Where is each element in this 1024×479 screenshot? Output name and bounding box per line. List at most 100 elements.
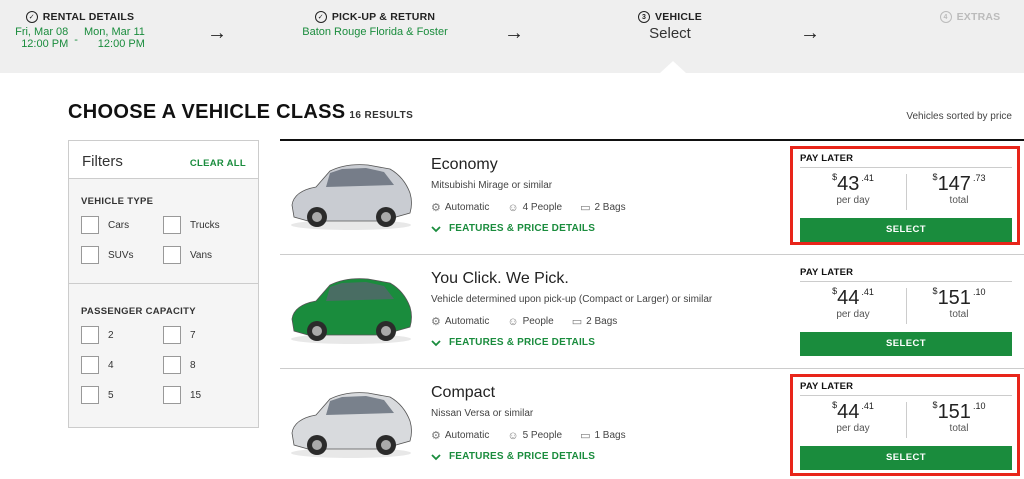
pay-later-label: PAY LATER — [800, 267, 1012, 282]
rental-dates: Fri, Mar 08 12:00 PM - Mon, Mar 11 12:00… — [10, 26, 150, 50]
vehicle-class-name: Economy — [431, 156, 498, 173]
step-vehicle: 3 VEHICLE Select — [610, 11, 730, 42]
filters-panel: Filters CLEAR ALL VEHICLE TYPE Cars Truc… — [68, 140, 259, 428]
chevron-down-icon — [431, 453, 441, 460]
transmission-label: Automatic — [444, 316, 490, 327]
filters-title: Filters — [82, 153, 123, 170]
results-count: 16 RESULTS — [349, 110, 414, 121]
checkbox[interactable] — [163, 216, 181, 234]
filter-capacity-8[interactable]: 8 — [163, 356, 196, 374]
vehicle-model: Vehicle determined upon pick-up (Compact… — [431, 294, 713, 305]
filter-capacity-7[interactable]: 7 — [163, 326, 196, 344]
transmission-icon: ⚙ — [431, 316, 441, 328]
daily-price: $44.41 per day — [800, 286, 906, 320]
return-date: Mon, Mar 11 — [83, 26, 145, 38]
features-price-details-link[interactable]: FEATURES & PRICE DETAILS — [431, 223, 595, 234]
step-label: VEHICLE — [655, 11, 702, 23]
car-image — [291, 392, 412, 458]
checkbox[interactable] — [163, 356, 181, 374]
pickup-date: Fri, Mar 08 — [15, 26, 69, 38]
total-price: $151.10 total — [906, 286, 1012, 320]
pickup-location: Baton Rouge Florida & Foster — [302, 26, 448, 38]
bag-icon: ▭ — [580, 202, 591, 214]
car-image — [291, 164, 412, 230]
filter-capacity-15[interactable]: 15 — [163, 386, 201, 404]
filter-capacity-5[interactable]: 5 — [81, 386, 114, 404]
arrow-right-icon: → — [504, 22, 524, 44]
chevron-down-icon — [431, 225, 441, 232]
step-pickup-return[interactable]: ✓ PICK-UP & RETURN Baton Rouge Florida &… — [290, 11, 460, 38]
checkbox[interactable] — [81, 326, 99, 344]
filter-cars[interactable]: Cars — [81, 216, 129, 234]
per-day-label: per day — [836, 309, 870, 320]
daily-price-value: 44 — [837, 287, 860, 309]
person-icon: ☺ — [507, 315, 519, 328]
checkbox[interactable] — [81, 216, 99, 234]
bags-label: 2 Bags — [594, 202, 626, 213]
transmission-label: Automatic — [444, 430, 490, 441]
pickup-time: 12:00 PM — [21, 38, 69, 50]
filter-suvs[interactable]: SUVs — [81, 246, 134, 264]
step-number-icon: 4 — [939, 11, 952, 23]
filter-capacity-4[interactable]: 4 — [81, 356, 114, 374]
vehicle-row: You Click. We Pick. Vehicle determined u… — [280, 255, 1024, 369]
arrow-right-icon: → — [800, 22, 820, 44]
booking-progress-bar: ✓ RENTAL DETAILS Fri, Mar 08 12:00 PM - … — [0, 0, 1024, 73]
step-label: EXTRAS — [956, 11, 1001, 23]
step-label: RENTAL DETAILS — [42, 11, 135, 23]
step-sub: Select — [649, 25, 691, 42]
vehicle-class-name: You Click. We Pick. — [431, 270, 569, 287]
step-number-icon: 3 — [638, 11, 651, 23]
checkbox[interactable] — [81, 246, 99, 264]
checkbox[interactable] — [163, 386, 181, 404]
filter-trucks[interactable]: Trucks — [163, 216, 220, 234]
sort-info: Vehicles sorted by price — [906, 111, 1012, 122]
transmission-icon: ⚙ — [431, 430, 441, 442]
person-icon: ☺ — [507, 429, 519, 442]
checkbox[interactable] — [81, 356, 99, 374]
check-icon: ✓ — [25, 11, 38, 23]
checkbox[interactable] — [163, 326, 181, 344]
vehicle-type-title: VEHICLE TYPE — [81, 196, 154, 207]
arrow-right-icon: → — [207, 22, 227, 44]
bag-icon: ▭ — [580, 430, 591, 442]
vehicle-features: ⚙ Automatic ☺ People ▭ 2 Bags — [431, 315, 617, 329]
filter-capacity-2[interactable]: 2 — [81, 326, 114, 344]
car-image — [291, 278, 412, 344]
vehicle-model: Mitsubishi Mirage or similar — [431, 180, 553, 191]
highlight-box — [790, 146, 1020, 245]
daily-price-cents: .41 — [861, 287, 874, 297]
passenger-capacity-title: PASSENGER CAPACITY — [81, 306, 196, 317]
return-time: 12:00 PM — [97, 38, 145, 50]
bags-label: 1 Bags — [594, 430, 626, 441]
vehicle-class-name: Compact — [431, 384, 496, 401]
checkbox[interactable] — [163, 246, 181, 264]
highlight-box — [790, 374, 1020, 476]
page-title: CHOOSE A VEHICLE CLASS 16 RESULTS — [68, 101, 414, 123]
total-price-value: 151 — [937, 287, 971, 309]
checkbox[interactable] — [81, 386, 99, 404]
step-rental-details[interactable]: ✓ RENTAL DETAILS Fri, Mar 08 12:00 PM - … — [10, 11, 150, 50]
check-icon: ✓ — [314, 11, 327, 23]
vehicle-features: ⚙ Automatic ☺ 5 People ▭ 1 Bags — [431, 429, 626, 443]
transmission-icon: ⚙ — [431, 202, 441, 214]
bag-icon: ▭ — [571, 316, 583, 328]
people-label: 4 People — [522, 202, 563, 213]
person-icon: ☺ — [507, 201, 519, 214]
date-dash: - — [74, 34, 78, 46]
total-price-cents: .10 — [972, 287, 986, 297]
divider — [69, 283, 258, 284]
features-price-details-link[interactable]: FEATURES & PRICE DETAILS — [431, 451, 595, 462]
vehicle-features: ⚙ Automatic ☺ 4 People ▭ 2 Bags — [431, 201, 626, 215]
step-label: PICK-UP & RETURN — [331, 11, 436, 23]
select-button[interactable]: SELECT — [800, 332, 1012, 356]
filter-vans[interactable]: Vans — [163, 246, 212, 264]
vehicle-model: Nissan Versa or similar — [431, 408, 534, 419]
clear-all-link[interactable]: CLEAR ALL — [190, 158, 246, 169]
features-price-details-link[interactable]: FEATURES & PRICE DETAILS — [431, 337, 595, 348]
people-label: People — [522, 316, 554, 327]
chevron-down-icon — [431, 339, 441, 346]
step-extras: 4 EXTRAS — [925, 11, 1015, 23]
active-step-notch — [660, 61, 686, 73]
price-box: PAY LATER $44.41 per day $151.10 total S… — [800, 267, 1012, 357]
